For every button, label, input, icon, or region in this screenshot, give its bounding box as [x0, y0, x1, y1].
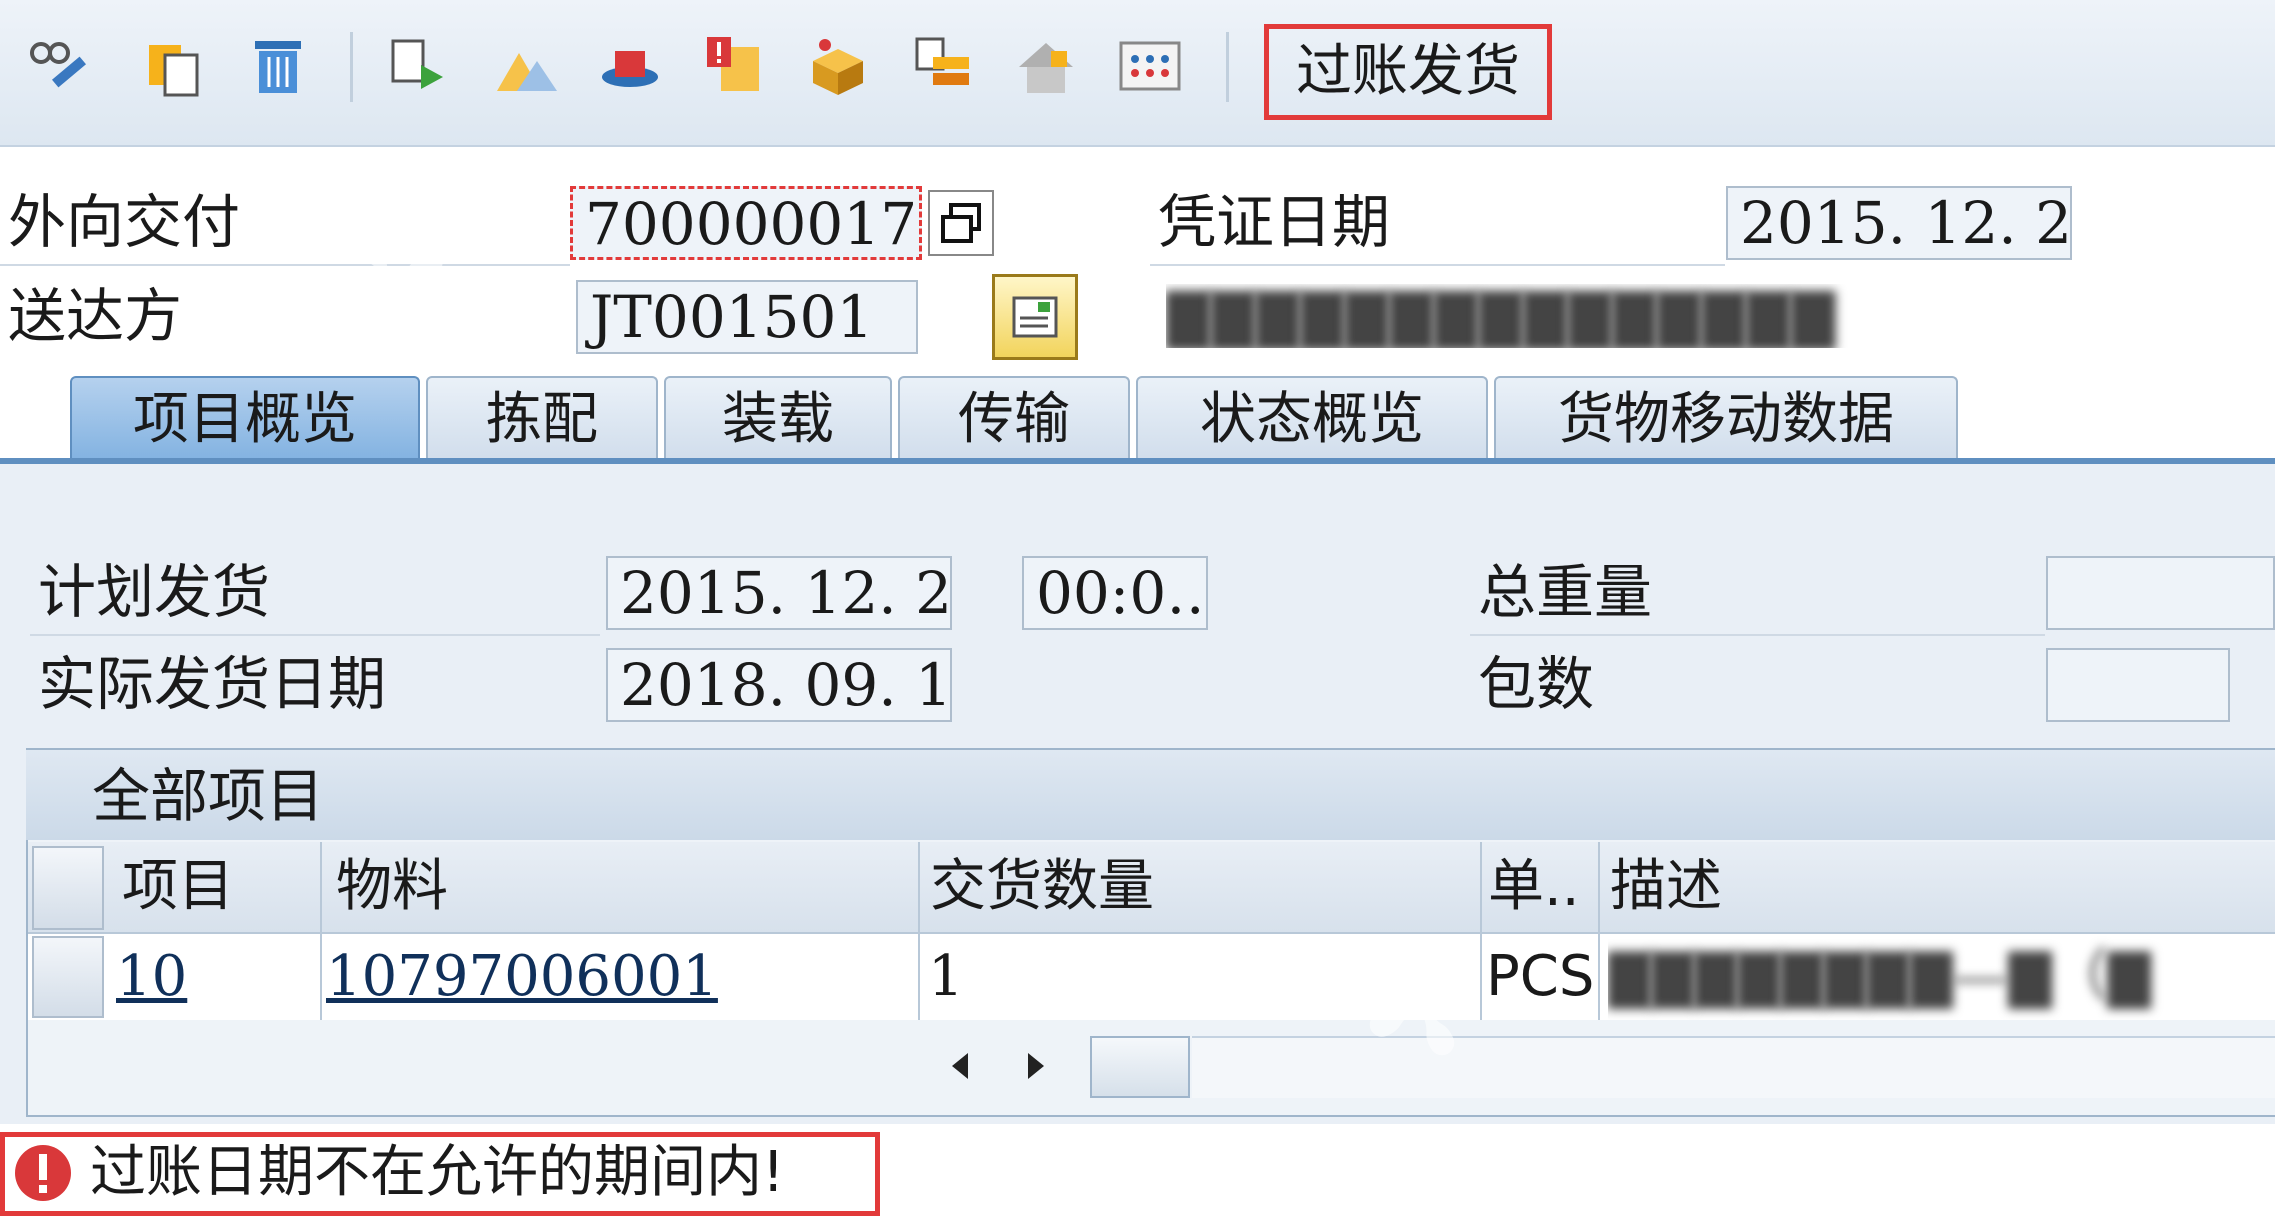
row-select-cell[interactable] — [32, 936, 104, 1018]
application-toolbar: 过账发货 — [0, 0, 2275, 147]
ship-to-name: ▇▇▇▇▇▇▇▇▇▇▇▇▇▇▇ — [1166, 284, 1836, 348]
total-weight-label: 总重量 — [1478, 558, 1653, 626]
column-divider — [320, 842, 322, 1020]
toolbar-separator — [350, 32, 353, 102]
item-number-link[interactable]: 10 — [116, 934, 187, 1020]
ship-to-details-icon[interactable] — [992, 274, 1078, 360]
table-title: 全部项目 — [92, 762, 325, 830]
column-divider — [918, 842, 920, 1020]
ship-to-field[interactable]: JT001501 — [576, 280, 918, 354]
status-message: 过账日期不在允许的期间内! — [90, 1140, 785, 1205]
actual-gi-date-field[interactable]: 2018. 09. 10 — [606, 648, 952, 722]
tab-transport[interactable]: 传输 — [898, 376, 1130, 466]
row-divider — [1150, 264, 1725, 266]
row-divider — [30, 634, 600, 636]
house-icon[interactable] — [1008, 28, 1084, 104]
unit-cell[interactable]: PCS — [1486, 934, 1594, 1020]
outbound-delivery-field[interactable]: 7000000177 — [570, 186, 922, 260]
scroll-left-icon[interactable] — [930, 1036, 990, 1096]
column-header-quantity[interactable]: 交货数量 — [930, 842, 1154, 932]
row-divider — [0, 264, 570, 266]
planned-gi-label: 计划发货 — [38, 558, 271, 626]
tab-loading[interactable]: 装载 — [664, 376, 892, 466]
column-header-material[interactable]: 物料 — [336, 842, 448, 932]
mountain-icon[interactable] — [488, 28, 564, 104]
actual-gi-label: 实际发货日期 — [38, 650, 387, 718]
column-header-item[interactable]: 项目 — [122, 842, 234, 932]
packages-label: 包数 — [1478, 650, 1595, 718]
tab-status-overview[interactable]: 状态概览 — [1136, 376, 1488, 466]
description-cell[interactable]: ▇▇▇▇▇▇▇▇—▇（▇ — [1608, 934, 2268, 1020]
tab-item-overview[interactable]: 项目概览 — [70, 376, 420, 466]
scrollbar-track[interactable] — [1192, 1036, 2275, 1098]
packages-field[interactable] — [2046, 648, 2230, 722]
grid-icon[interactable] — [1112, 28, 1188, 104]
toolbar-separator — [1226, 32, 1229, 102]
table-title-bar — [26, 750, 2275, 840]
delivery-quantity-cell[interactable]: 1 — [928, 934, 964, 1020]
tab-picking[interactable]: 拣配 — [426, 376, 658, 466]
error-icon — [12, 1142, 74, 1204]
material-number-link[interactable]: 10797006001 — [326, 934, 718, 1020]
delete-icon[interactable] — [240, 28, 316, 104]
hat-icon[interactable] — [592, 28, 668, 104]
column-divider — [1480, 842, 1482, 1020]
row-divider — [1470, 634, 2045, 636]
column-header-description[interactable]: 描述 — [1610, 842, 1722, 932]
alert-document-icon[interactable] — [696, 28, 772, 104]
tab-strip: 项目概览 拣配 装载 传输 状态概览 货物移动数据 — [0, 360, 2275, 466]
planned-gi-time-field[interactable]: 00:0… — [1022, 556, 1208, 630]
box-icon[interactable] — [800, 28, 876, 104]
tab-goods-movement-data[interactable]: 货物移动数据 — [1494, 376, 1958, 466]
column-header-unit[interactable]: 单.. — [1488, 842, 1580, 932]
display-change-icon[interactable] — [20, 28, 96, 104]
column-divider — [1598, 842, 1600, 1020]
select-all-cell[interactable] — [32, 846, 104, 930]
planned-gi-date-field[interactable]: 2015. 12. 26 — [606, 556, 952, 630]
window-icon[interactable] — [928, 190, 994, 256]
copy-icon[interactable] — [136, 28, 212, 104]
ship-to-label: 送达方 — [8, 282, 183, 350]
scroll-right-icon[interactable] — [1006, 1036, 1066, 1096]
document-date-field[interactable]: 2015. 12. 26 — [1726, 186, 2072, 260]
document-flow-icon[interactable] — [380, 28, 456, 104]
document-date-label: 凭证日期 — [1158, 188, 1391, 256]
total-weight-field[interactable] — [2046, 556, 2275, 630]
scrollbar-thumb[interactable] — [1090, 1036, 1190, 1098]
document-stack-icon[interactable] — [904, 28, 980, 104]
post-goods-issue-button[interactable]: 过账发货 — [1264, 24, 1552, 120]
outbound-delivery-label: 外向交付 — [8, 188, 241, 256]
